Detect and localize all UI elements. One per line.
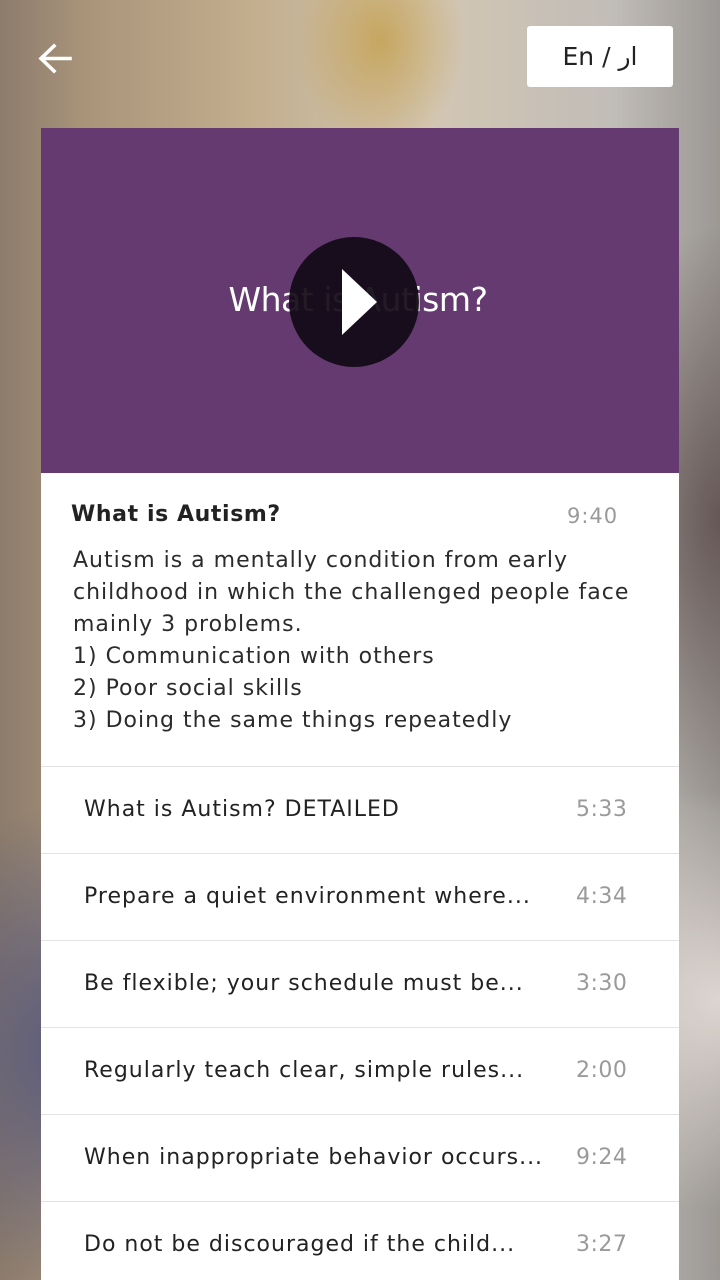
- playlist-item-duration: 5:33: [576, 797, 628, 822]
- current-video-description: Autism is a mentally condition from earl…: [73, 545, 663, 737]
- playlist-item-title: Regularly teach clear, simple rules...: [84, 1058, 525, 1083]
- playlist-item[interactable]: When inappropriate behavior occurs... 9:…: [41, 1115, 679, 1202]
- playlist-item-title: Be flexible; your schedule must be...: [84, 971, 524, 996]
- playlist-item-duration: 4:34: [576, 884, 628, 909]
- description-line: 3) Doing the same things repeatedly: [73, 708, 513, 733]
- playlist-item[interactable]: Regularly teach clear, simple rules... 2…: [41, 1028, 679, 1115]
- description-line: Autism is a mentally condition from earl…: [73, 548, 569, 573]
- playlist-item-title: What is Autism? DETAILED: [84, 797, 400, 822]
- playlist-item-duration: 3:27: [576, 1232, 628, 1257]
- language-toggle-label: En / ار: [562, 42, 638, 71]
- current-video-title: What is Autism?: [71, 502, 281, 527]
- playlist-item-duration: 3:30: [576, 971, 628, 996]
- description-line: childhood in which the challenged people…: [73, 580, 630, 605]
- back-button[interactable]: [34, 38, 78, 82]
- video-card: What is Autism? What is Autism? 9:40 Aut…: [41, 128, 679, 1280]
- playlist-item[interactable]: Prepare a quiet environment where... 4:3…: [41, 854, 679, 941]
- description-line: 2) Poor social skills: [73, 676, 303, 701]
- description-line: 1) Communication with others: [73, 644, 435, 669]
- video-player[interactable]: What is Autism?: [41, 128, 679, 473]
- language-toggle-button[interactable]: En / ار: [527, 26, 673, 87]
- app-screen: En / ار What is Autism? What is Autism? …: [0, 0, 720, 1280]
- current-video-duration: 9:40: [567, 504, 619, 528]
- play-icon: [342, 269, 377, 335]
- current-video-details: What is Autism? 9:40 Autism is a mentall…: [41, 473, 679, 767]
- playlist-item[interactable]: Do not be discouraged if the child... 3:…: [41, 1202, 679, 1280]
- playlist-item[interactable]: Be flexible; your schedule must be... 3:…: [41, 941, 679, 1028]
- playlist-item-title: Do not be discouraged if the child...: [84, 1232, 516, 1257]
- playlist-item-duration: 9:24: [576, 1145, 628, 1170]
- playlist-item-duration: 2:00: [576, 1058, 628, 1083]
- playlist-item[interactable]: What is Autism? DETAILED 5:33: [41, 767, 679, 854]
- playlist-item-title: Prepare a quiet environment where...: [84, 884, 531, 909]
- play-button[interactable]: [289, 237, 419, 367]
- playlist-item-title: When inappropriate behavior occurs...: [84, 1145, 544, 1170]
- description-line: mainly 3 problems.: [73, 612, 303, 637]
- arrow-left-icon: [38, 43, 72, 74]
